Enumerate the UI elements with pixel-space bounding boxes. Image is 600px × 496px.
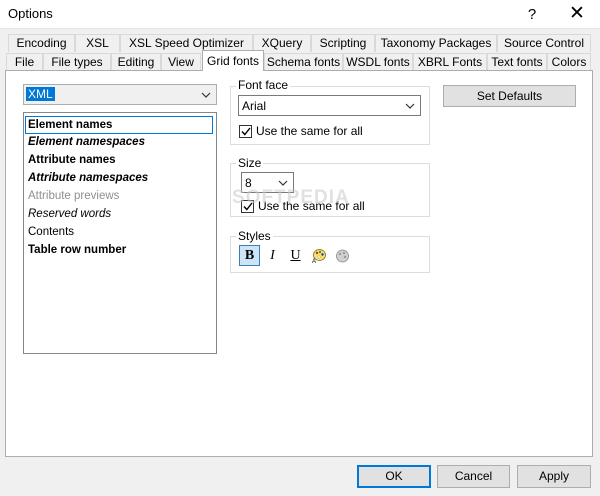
chevron-down-icon: [404, 96, 416, 115]
font-face-same-for-all-checkbox[interactable]: Use the same for all: [239, 124, 363, 138]
ok-button[interactable]: OK: [357, 465, 431, 488]
tab-colors[interactable]: Colors: [547, 53, 591, 71]
font-face-combo[interactable]: Arial: [238, 95, 421, 116]
checkmark-icon: [239, 124, 252, 138]
size-value: 8: [245, 176, 252, 190]
italic-button[interactable]: I: [262, 245, 283, 266]
checkmark-icon: [241, 199, 254, 213]
apply-button[interactable]: Apply: [517, 465, 591, 488]
chevron-down-icon: [200, 85, 212, 104]
type-combo[interactable]: XML: [23, 84, 217, 105]
tab-wsdl-fonts[interactable]: WSDL fonts: [343, 53, 413, 71]
font-face-value: Arial: [242, 99, 267, 113]
styles-label: Styles: [236, 229, 273, 243]
tab-view[interactable]: View: [161, 53, 201, 71]
list-item-reserved-words[interactable]: Reserved words: [28, 206, 111, 224]
element-list[interactable]: Element names Element namespaces Attribu…: [23, 112, 217, 354]
tab-taxonomy-packages[interactable]: Taxonomy Packages: [375, 34, 497, 52]
chevron-down-icon: [277, 173, 289, 192]
size-combo[interactable]: 8: [241, 172, 294, 193]
size-same-for-all-checkbox[interactable]: Use the same for all: [241, 199, 365, 213]
title-bar: Options ? ✕: [0, 0, 600, 29]
tab-editing[interactable]: Editing: [111, 53, 161, 71]
font-face-label: Font face: [236, 78, 291, 92]
tab-grid-fonts[interactable]: Grid fonts: [202, 50, 264, 71]
set-defaults-button[interactable]: Set Defaults: [443, 85, 576, 107]
underline-button[interactable]: U: [285, 245, 306, 266]
type-combo-value: XML: [26, 87, 55, 101]
tab-source-control[interactable]: Source Control: [497, 34, 591, 52]
tab-xsl[interactable]: XSL: [75, 34, 120, 52]
palette-icon[interactable]: A: [308, 245, 329, 266]
bold-button[interactable]: B: [239, 245, 260, 266]
list-item-element-names[interactable]: Element names: [25, 116, 213, 134]
font-face-same-for-all-label: Use the same for all: [256, 124, 363, 138]
fill-pattern-icon[interactable]: [331, 245, 352, 266]
svg-text:A: A: [312, 259, 316, 264]
close-button[interactable]: ✕: [554, 0, 600, 29]
tab-xbrl-fonts[interactable]: XBRL Fonts: [413, 53, 487, 71]
tab-encoding[interactable]: Encoding: [8, 34, 75, 52]
tab-file-types[interactable]: File types: [43, 53, 111, 71]
list-item-attribute-namespaces[interactable]: Attribute namespaces: [28, 170, 148, 188]
window-title: Options: [8, 6, 53, 21]
tab-schema-fonts[interactable]: Schema fonts: [264, 53, 343, 71]
tab-text-fonts[interactable]: Text fonts: [487, 53, 547, 71]
list-item-contents[interactable]: Contents: [28, 224, 74, 242]
help-button[interactable]: ?: [512, 0, 552, 29]
tab-scripting[interactable]: Scripting: [311, 34, 375, 52]
list-item-attribute-previews[interactable]: Attribute previews: [28, 188, 119, 206]
size-same-for-all-label: Use the same for all: [258, 199, 365, 213]
list-item-attribute-names[interactable]: Attribute names: [28, 152, 116, 170]
list-item-table-row-number[interactable]: Table row number: [28, 242, 126, 260]
cancel-button[interactable]: Cancel: [437, 465, 510, 488]
list-item-element-namespaces[interactable]: Element namespaces: [28, 134, 145, 152]
tab-file[interactable]: File: [6, 53, 43, 71]
size-label: Size: [236, 156, 264, 170]
